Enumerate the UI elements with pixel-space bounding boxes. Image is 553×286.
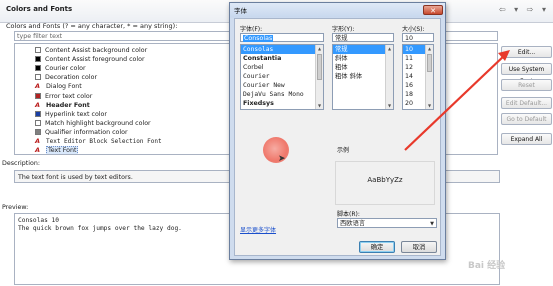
- list-item[interactable]: Fixedsys: [241, 99, 323, 108]
- use-system-font-button[interactable]: Use System Font: [501, 63, 552, 85]
- list-item[interactable]: Courier New: [241, 81, 323, 90]
- dialog-body: 字体(F): Consolas Consolas Constantia Corbel…: [234, 18, 441, 256]
- color-swatch-icon: [35, 92, 41, 99]
- edit-default-button[interactable]: Edit Default...: [501, 97, 552, 109]
- script-label: 脚本(R):: [337, 211, 360, 218]
- font-list[interactable]: Consolas Constantia Corbel Courier Courier N…: [240, 44, 324, 110]
- tree-item-label: Decoration color: [45, 74, 98, 82]
- script-value: 西欧语言: [340, 220, 366, 227]
- font-dialog: 字体 ✕ 字体(F): Consolas Consolas Constantia C…: [229, 2, 446, 260]
- list-item[interactable]: 常规: [333, 45, 393, 54]
- style-list[interactable]: 常规 斜体 粗体 粗体 斜体 ▲ ▼: [332, 44, 394, 110]
- color-swatch-icon: [35, 47, 41, 53]
- tree-item[interactable]: A Text Editor Block Selection Font: [35, 137, 162, 146]
- color-swatch-icon: [35, 56, 41, 63]
- tree-item-label: Content Assist background color: [45, 47, 148, 54]
- close-icon[interactable]: ✕: [423, 5, 443, 15]
- size-label: 大小(S):: [402, 26, 425, 33]
- font-list-scrollbar[interactable]: ▲ ▼: [315, 45, 323, 109]
- description-label: Description:: [2, 160, 40, 167]
- sample-label: 示例: [337, 147, 350, 154]
- font-icon: A: [35, 82, 41, 91]
- tree-item[interactable]: A Text Font: [35, 146, 79, 155]
- list-item[interactable]: Courier: [241, 72, 323, 81]
- tree-item[interactable]: Courier color: [35, 64, 86, 73]
- sample-group: AaBbYyZz: [335, 161, 435, 205]
- tree-item[interactable]: A Header Font: [35, 101, 90, 110]
- filter-caption: Colors and Fonts (? = any character, * =…: [6, 22, 178, 30]
- expand-all-button[interactable]: Expand All: [501, 133, 552, 145]
- list-item[interactable]: Corbel: [241, 63, 323, 72]
- script-combo[interactable]: 西欧语言 ▼: [337, 218, 437, 228]
- tree-item[interactable]: Match highlight background color: [35, 119, 151, 128]
- reset-button[interactable]: Reset: [501, 79, 552, 91]
- list-item[interactable]: 粗体: [333, 63, 393, 72]
- size-list[interactable]: 10 11 12 14 16 18 20 ▲ ▼: [402, 44, 434, 110]
- tree-item[interactable]: Decoration color: [35, 73, 97, 82]
- size-field[interactable]: 10: [402, 33, 434, 42]
- color-swatch-icon: [35, 65, 41, 72]
- list-item[interactable]: DejaVu Sans Mono: [241, 90, 323, 99]
- edit-button[interactable]: Edit...: [501, 46, 552, 58]
- tree-item-label: Error text color: [45, 92, 93, 100]
- more-fonts-link[interactable]: 显示更多字体: [240, 225, 276, 234]
- font-icon: A: [35, 137, 41, 145]
- size-list-scrollbar[interactable]: ▲ ▼: [425, 45, 433, 109]
- font-icon: A: [35, 146, 41, 155]
- dialog-title: 字体: [234, 7, 247, 15]
- tree-item[interactable]: Content Assist foreground color: [35, 55, 145, 64]
- tree-item-label: Match highlight background color: [45, 119, 151, 127]
- font-icon: A: [35, 100, 41, 109]
- tree-item-label: Qualifier information color: [45, 128, 128, 136]
- font-label: 字体(F):: [240, 26, 263, 33]
- tree-item-label: Content Assist foreground color: [45, 56, 145, 64]
- style-field[interactable]: 常规: [332, 33, 394, 42]
- list-item[interactable]: Consolas: [241, 45, 323, 54]
- tree-item-label: Dialog Font: [46, 83, 82, 91]
- preview-label: Preview:: [2, 204, 29, 211]
- tree-item[interactable]: A Dialog Font: [35, 82, 82, 91]
- tree-item-label: Text Editor Block Selection Font: [46, 138, 162, 145]
- list-item[interactable]: 粗体 斜体: [333, 72, 393, 81]
- font-field[interactable]: Consolas: [240, 33, 324, 42]
- list-item[interactable]: Constantia: [241, 54, 323, 63]
- list-item[interactable]: 斜体: [333, 54, 393, 63]
- style-list-scrollbar[interactable]: ▲ ▼: [385, 45, 393, 109]
- color-swatch-icon: [35, 74, 41, 81]
- tree-item[interactable]: Content Assist background color: [35, 46, 147, 55]
- style-label: 字形(Y):: [332, 26, 355, 33]
- color-swatch-icon: [35, 128, 41, 135]
- page-title: Colors and Fonts: [6, 5, 73, 13]
- ok-button[interactable]: 确定: [359, 241, 395, 253]
- mouse-pointer-icon: ➤: [278, 154, 286, 164]
- tree-item-label: Hyperlink text color: [45, 110, 107, 118]
- tree-item[interactable]: Hyperlink text color: [35, 110, 107, 119]
- tree-item[interactable]: Error text color: [35, 92, 92, 101]
- history-nav[interactable]: ⇦ ▾ ⇨ ▾: [499, 5, 549, 14]
- tree-item-label: Text Font: [46, 146, 79, 155]
- chevron-down-icon: ▼: [430, 221, 434, 227]
- go-to-default-button[interactable]: Go to Default: [501, 113, 552, 125]
- tree-item-label: Header Font: [46, 101, 90, 109]
- tree-item[interactable]: Qualifier information color: [35, 128, 128, 137]
- color-swatch-icon: [35, 119, 41, 126]
- cancel-button[interactable]: 取消: [401, 241, 437, 253]
- sample-text: AaBbYyZz: [367, 176, 403, 184]
- tree-item-label: Courier color: [45, 65, 86, 73]
- color-swatch-icon: [35, 110, 41, 117]
- watermark-logo: Bai 经验: [468, 261, 506, 271]
